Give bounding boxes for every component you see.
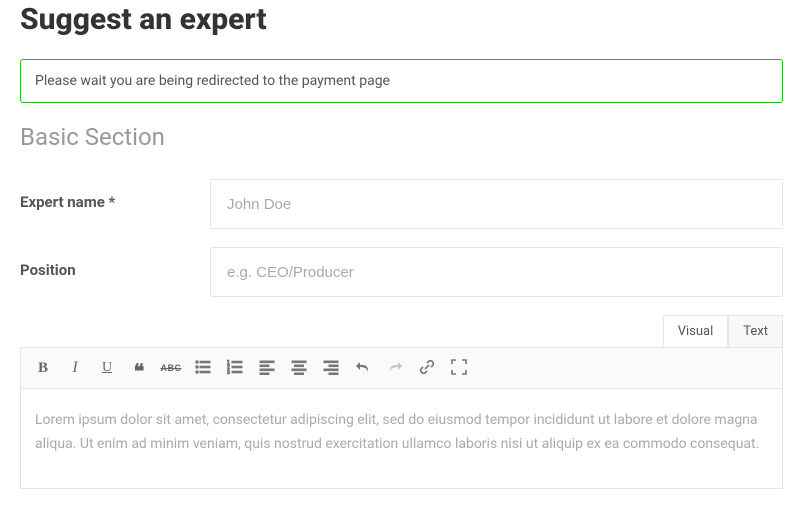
expert-name-row: Expert name * xyxy=(20,179,783,229)
bullet-list-button[interactable] xyxy=(189,354,217,382)
position-input[interactable] xyxy=(210,247,783,297)
undo-icon xyxy=(355,359,371,378)
align-right-icon xyxy=(323,359,339,378)
link-button[interactable] xyxy=(413,354,441,382)
strikethrough-button[interactable]: ABC xyxy=(157,354,185,382)
fullscreen-button[interactable] xyxy=(445,354,473,382)
expert-name-label: Expert name * xyxy=(20,179,210,211)
editor-tabs: Visual Text xyxy=(20,315,783,347)
numbered-list-button[interactable]: 123 xyxy=(221,354,249,382)
tab-text[interactable]: Text xyxy=(728,315,783,347)
svg-text:3: 3 xyxy=(227,370,230,375)
page-title: Suggest an expert xyxy=(20,2,783,37)
section-title: Basic Section xyxy=(20,123,783,151)
redirect-alert: Please wait you are being redirected to … xyxy=(20,59,783,103)
underline-button[interactable]: U xyxy=(93,354,121,382)
align-left-button[interactable] xyxy=(253,354,281,382)
align-center-button[interactable] xyxy=(285,354,313,382)
bold-button[interactable]: B xyxy=(29,354,57,382)
link-icon xyxy=(419,359,435,378)
expert-name-input[interactable] xyxy=(210,179,783,229)
position-label: Position xyxy=(20,247,210,279)
redo-button[interactable] xyxy=(381,354,409,382)
editor-toolbar: B I U ❝ ABC 123 xyxy=(20,347,783,389)
tab-visual[interactable]: Visual xyxy=(663,315,729,347)
italic-button[interactable]: I xyxy=(61,354,89,382)
redo-icon xyxy=(387,359,403,378)
numbered-list-icon: 123 xyxy=(227,359,243,378)
bullet-list-icon xyxy=(195,359,211,378)
editor-content[interactable]: Lorem ipsum dolor sit amet, consectetur … xyxy=(20,389,783,489)
fullscreen-icon xyxy=(451,359,467,378)
undo-button[interactable] xyxy=(349,354,377,382)
position-row: Position xyxy=(20,247,783,297)
align-center-icon xyxy=(291,359,307,378)
align-left-icon xyxy=(259,359,275,378)
align-right-button[interactable] xyxy=(317,354,345,382)
blockquote-button[interactable]: ❝ xyxy=(125,358,153,386)
